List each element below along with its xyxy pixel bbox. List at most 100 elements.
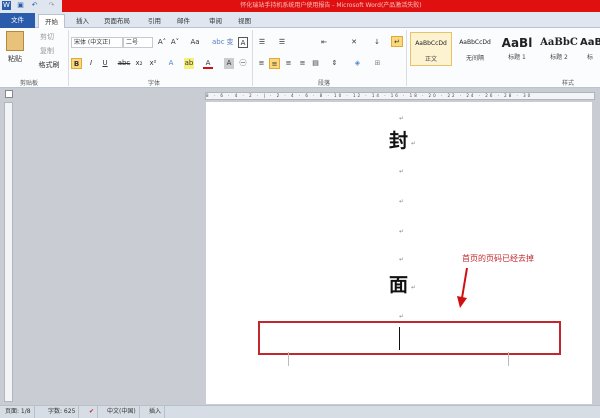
title-bar: W ▣ ↶ ↷ 怀化瑞站手持机系统用户使用报告 - Microsoft Word… (0, 0, 600, 12)
style-preview: AaBbCcDd (459, 39, 491, 46)
vertical-ruler[interactable] (4, 102, 13, 402)
page-count[interactable]: 页面: 1/8 (2, 406, 35, 418)
style-name: 无间隔 (465, 55, 484, 62)
sort-icon[interactable]: ↓ (372, 37, 382, 48)
superscript-button[interactable]: x² (148, 58, 158, 69)
ribbon-tabs: 文件 开始 插入 页面布局 引用 邮件 审阅 视图 (0, 12, 600, 28)
paragraph-group-label: 段落 (318, 80, 331, 87)
ribbon: 粘贴 剪切 复制 格式刷 剪贴板 宋体 (中文正) 二号 A˄ A˅ Aa ab… (0, 28, 600, 88)
char-shading-icon[interactable]: A (224, 58, 234, 69)
align-right-icon[interactable]: ≡ (283, 58, 294, 69)
paragraph-mark: ↵ (411, 140, 417, 147)
paragraph-mark: ↵ (399, 256, 405, 263)
document-page[interactable]: ↵ 封 ↵ ↵ ↵ ↵ ↵ 面 ↵ ↵ 首页的页码已经去掉 (206, 102, 592, 404)
tab-home[interactable]: 开始 (38, 14, 65, 28)
align-left-icon[interactable]: ≡ (256, 58, 267, 69)
style-preview: AaBbCcDd (415, 40, 447, 47)
vertical-scrollbar[interactable] (592, 102, 600, 404)
footer-highlight-box (258, 321, 561, 355)
char-border-icon[interactable]: 变 (225, 37, 235, 48)
format-painter-button[interactable]: 格式刷 (32, 60, 66, 71)
text-cursor (399, 327, 400, 350)
margin-corner (508, 352, 509, 366)
style-preview: AaBbC (540, 37, 578, 48)
paste-icon[interactable] (6, 31, 24, 51)
copy-button[interactable]: 复制 (32, 46, 62, 57)
language-status[interactable]: 中文(中国) (104, 406, 140, 418)
undo-icon[interactable]: ↶ (30, 1, 39, 10)
horizontal-ruler[interactable]: 8 · 6 · 4 · 2 · | · 2 · 4 · 6 · 8 · 10 ·… (205, 92, 595, 100)
numbering-icon[interactable]: ☰ (276, 37, 288, 48)
styles-group-label: 样式 (562, 80, 575, 87)
tab-selector[interactable] (5, 90, 13, 98)
paste-button[interactable]: 粘贴 (4, 54, 26, 65)
highlight-icon[interactable]: ab (184, 58, 194, 69)
tab-file[interactable]: 文件 (0, 13, 35, 28)
window-title: 怀化瑞站手持机系统用户使用报告 - Microsoft Word(产品激活失败) (62, 0, 600, 12)
enclose-icon[interactable]: A (238, 37, 248, 48)
style-title[interactable]: AaB 标 (580, 32, 600, 66)
subscript-button[interactable]: x₂ (134, 58, 144, 69)
margin-corner (288, 352, 289, 366)
italic-button[interactable]: I (86, 58, 96, 69)
style-no-spacing[interactable]: AaBbCcDd 无间隔 (454, 32, 496, 66)
justify-icon[interactable]: ≡ (297, 58, 308, 69)
enclosed-char-icon[interactable]: ㊀ (238, 58, 248, 69)
paragraph-mark: ↵ (399, 198, 405, 205)
show-marks-icon[interactable]: ↵ (391, 36, 403, 47)
chinese-layout-icon[interactable]: ✕ (348, 37, 360, 48)
paragraph-mark: ↵ (399, 228, 405, 235)
cover-char-1: 封 (389, 130, 409, 152)
word-count[interactable]: 字数: 625 (45, 406, 80, 418)
style-name: 正文 (424, 56, 437, 63)
tab-view[interactable]: 视图 (232, 14, 257, 28)
redo-icon[interactable]: ↷ (47, 1, 56, 10)
font-name-select[interactable]: 宋体 (中文正) (71, 37, 123, 48)
strikethrough-button[interactable]: abc (117, 58, 131, 69)
bold-button[interactable]: B (71, 58, 82, 69)
indent-icon[interactable]: ⇤ (318, 37, 330, 48)
annotation-arrow-icon (457, 267, 468, 308)
proofing-icon[interactable]: ✔ (86, 406, 99, 418)
save-icon[interactable]: ▣ (16, 1, 25, 10)
paragraph-mark: ↵ (399, 115, 405, 122)
line-spacing-icon[interactable]: ⇕ (329, 58, 340, 69)
insert-mode[interactable]: 插入 (146, 406, 166, 418)
phonetic-icon[interactable]: abc (212, 37, 225, 48)
cover-char-2: 面 (389, 274, 409, 296)
cut-button[interactable]: 剪切 (32, 32, 62, 43)
font-group-label: 字体 (148, 80, 161, 87)
paragraph-mark: ↵ (399, 168, 405, 175)
shading-icon[interactable]: ◈ (352, 58, 363, 69)
text-effects-icon[interactable]: A (166, 58, 176, 69)
distributed-icon[interactable]: ▤ (310, 58, 321, 69)
change-case-button[interactable]: Aa (188, 37, 202, 48)
tab-review[interactable]: 审阅 (203, 14, 228, 28)
style-preview: AaB (580, 37, 600, 48)
tab-insert[interactable]: 插入 (70, 14, 95, 28)
style-heading-2[interactable]: AaBbC 标题 2 (538, 32, 580, 66)
align-center-icon[interactable]: ≡ (269, 58, 280, 69)
bullets-icon[interactable]: ☰ (256, 37, 268, 48)
tab-mailings[interactable]: 邮件 (171, 14, 196, 28)
word-logo-icon: W (2, 1, 11, 10)
style-name: 标题 1 (508, 54, 526, 61)
grow-font-button[interactable]: A˄ (157, 37, 167, 48)
font-size-select[interactable]: 二号 (123, 37, 153, 48)
clipboard-group-label: 剪贴板 (20, 80, 39, 87)
tab-page-layout[interactable]: 页面布局 (98, 14, 136, 28)
borders-icon[interactable]: ⊞ (372, 58, 383, 69)
style-heading-1[interactable]: AaBl 标题 1 (496, 32, 538, 66)
style-normal[interactable]: AaBbCcDd 正文 (410, 32, 452, 66)
style-name: 标题 2 (550, 54, 568, 61)
annotation-text: 首页的页码已经去掉 (462, 254, 534, 263)
paragraph-mark: ↵ (411, 284, 417, 291)
style-preview: AaBl (501, 36, 533, 50)
style-name: 标 (586, 54, 593, 61)
tab-references[interactable]: 引用 (142, 14, 167, 28)
underline-button[interactable]: U (100, 58, 110, 69)
shrink-font-button[interactable]: A˅ (170, 37, 180, 48)
status-bar: 页面: 1/8 字数: 625 ✔ 中文(中国) 插入 (0, 405, 600, 418)
paragraph-mark: ↵ (399, 313, 405, 320)
font-color-icon[interactable]: A (203, 58, 213, 69)
